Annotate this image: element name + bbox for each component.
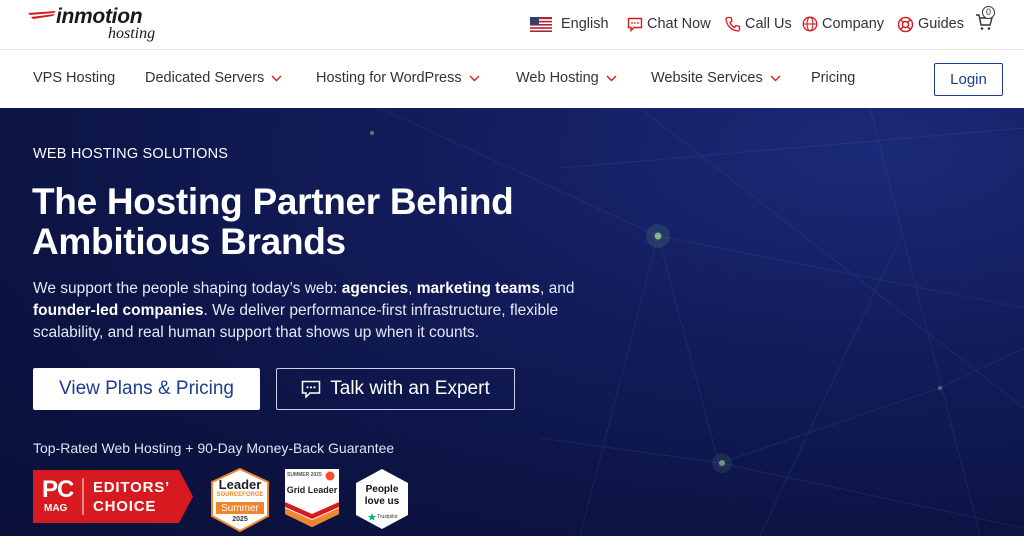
login-button[interactable]: Login <box>934 63 1003 96</box>
globe-icon <box>802 16 818 32</box>
trustpilot-line-2: love us <box>364 496 400 507</box>
nav-vps-hosting[interactable]: VPS Hosting <box>33 70 115 86</box>
desc-text: , and <box>539 280 575 297</box>
nav-web-hosting[interactable]: Web Hosting <box>516 70 617 86</box>
chat-now-link[interactable]: Chat Now <box>627 14 711 34</box>
nav-label: Web Hosting <box>516 70 599 86</box>
chevron-down-icon <box>271 75 282 81</box>
desc-text: We support the people shaping today’s we… <box>33 280 342 297</box>
g2-grid-leader-badge: SUMMER 2025 Grid Leader <box>284 468 340 528</box>
desc-bold-agencies: agencies <box>341 280 409 297</box>
pcmag-editors-choice-badge: PC MAG EDITORS’ CHOICE <box>33 470 193 523</box>
headline-line-1: The Hosting Partner Behind <box>32 181 514 222</box>
pcmag-logo-text: PC <box>42 476 74 503</box>
pcmag-sub-text: MAG <box>44 503 68 514</box>
desc-text: , <box>408 280 417 297</box>
trustpilot-line-1: People <box>365 484 399 495</box>
utility-bar: inmotion hosting English Chat Now Call U… <box>0 0 1024 50</box>
hero-eyebrow: WEB HOSTING SOLUTIONS <box>33 146 229 162</box>
lifebuoy-icon <box>897 16 914 32</box>
editors-choice-line-1: EDITORS’ <box>93 479 170 496</box>
company-label: Company <box>822 16 885 32</box>
hero-headline: The Hosting Partner Behind Ambitious Bra… <box>32 182 592 262</box>
trustpilot-badge: People love us Trustpilot <box>355 468 409 530</box>
chat-bubble-icon <box>302 380 321 399</box>
language-label: English <box>561 16 609 32</box>
hero-section: WEB HOSTING SOLUTIONS The Hosting Partne… <box>0 108 1024 536</box>
cart-count-badge: 0 <box>982 6 995 19</box>
desc-bold-marketing-teams: marketing teams <box>416 280 540 297</box>
guides-label: Guides <box>918 16 964 32</box>
nav-dedicated-servers[interactable]: Dedicated Servers <box>145 70 282 86</box>
guarantee-text: Top-Rated Web Hosting + 90-Day Money-Bac… <box>33 440 395 456</box>
sourceforge-brand: SOURCEFORGE <box>216 492 264 498</box>
inmotion-logo[interactable]: inmotion hosting <box>28 4 178 44</box>
view-plans-button[interactable]: View Plans & Pricing <box>33 368 260 410</box>
guides-link[interactable]: Guides <box>897 14 964 34</box>
sourceforge-leader-badge: Leader SOURCEFORGE Summer 2025 <box>210 467 270 533</box>
editors-choice-line-2: CHOICE <box>93 498 157 515</box>
chevron-down-icon <box>606 75 617 81</box>
main-nav: VPS Hosting Dedicated Servers Hosting fo… <box>0 51 1024 108</box>
chevron-down-icon <box>469 75 480 81</box>
nav-hosting-for-wordpress[interactable]: Hosting for WordPress <box>316 70 480 86</box>
chevron-down-icon <box>770 75 781 81</box>
hero-description: We support the people shaping today’s we… <box>33 278 593 344</box>
trustpilot-brand: Trustpilot <box>377 514 398 520</box>
talk-with-expert-label: Talk with an Expert <box>330 378 490 399</box>
sourceforge-season: Summer <box>221 503 259 514</box>
g2-title: Grid Leader <box>286 485 338 495</box>
nav-label: Pricing <box>811 70 856 86</box>
call-us-link[interactable]: Call Us <box>725 14 792 34</box>
nav-label: Dedicated Servers <box>145 70 265 86</box>
g2-season: SUMMER 2025 <box>287 472 322 478</box>
talk-with-expert-button[interactable]: Talk with an Expert <box>276 368 515 410</box>
us-flag-icon <box>530 16 552 32</box>
nav-label: Hosting for WordPress <box>316 70 462 86</box>
nav-label: Website Services <box>651 70 763 86</box>
nav-label: VPS Hosting <box>33 70 116 86</box>
logo-swoosh-icon <box>28 11 56 19</box>
call-us-label: Call Us <box>745 16 792 32</box>
nav-website-services[interactable]: Website Services <box>651 70 781 86</box>
phone-icon <box>725 16 741 32</box>
sourceforge-title: Leader <box>218 477 262 492</box>
chat-icon <box>627 17 643 32</box>
language-selector[interactable]: English <box>530 14 609 34</box>
company-link[interactable]: Company <box>802 14 884 34</box>
chat-now-label: Chat Now <box>647 16 711 32</box>
nav-pricing[interactable]: Pricing <box>811 70 855 86</box>
logo-subtext: hosting <box>108 25 156 42</box>
headline-line-2: Ambitious Brands <box>32 221 346 262</box>
cart-button[interactable]: 0 <box>975 6 999 32</box>
sourceforge-year: 2025 <box>232 516 248 523</box>
desc-bold-founder-led: founder-led companies <box>33 302 204 319</box>
